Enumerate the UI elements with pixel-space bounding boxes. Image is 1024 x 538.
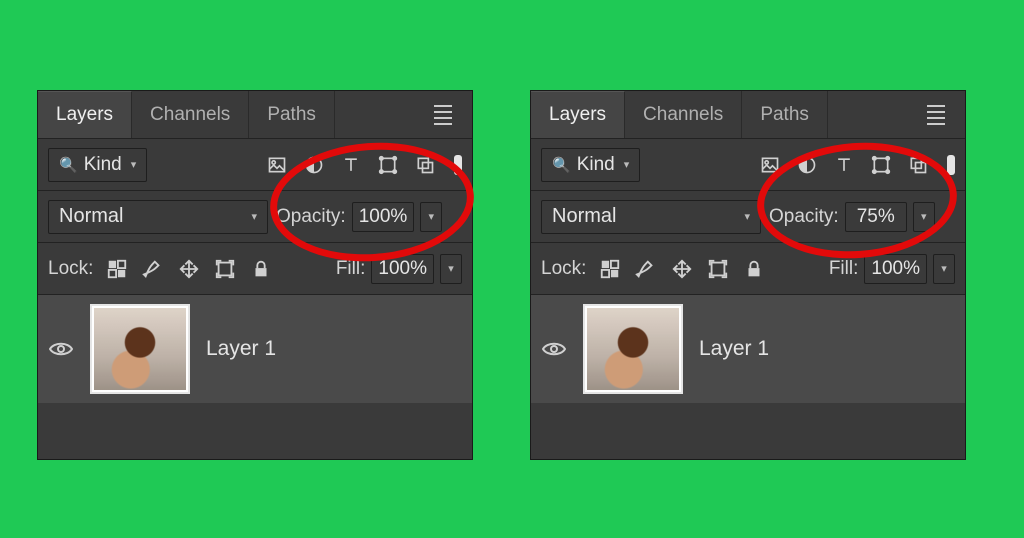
lock-transparency-icon[interactable] [598,257,622,281]
lock-paint-icon[interactable] [141,257,165,281]
thumbnail-image [587,308,679,390]
blend-mode-select[interactable]: Normal ▾ [541,200,761,234]
layers-list: Layer 1 [531,295,965,403]
filter-toggle[interactable] [947,155,955,175]
tab-paths[interactable]: Paths [249,91,335,138]
opacity-control: Opacity: 75% ▾ [769,202,935,232]
visibility-toggle-icon[interactable] [48,336,74,362]
filter-type-icon[interactable] [340,154,362,176]
filter-shape-icon[interactable] [870,154,892,176]
thumbnail-image [94,308,186,390]
layer-thumbnail[interactable] [583,304,683,394]
chevron-down-icon: ▾ [624,158,630,171]
fill-control: Fill: 100% ▾ [336,254,462,284]
tab-layers[interactable]: Layers [38,91,132,138]
fill-dropdown-icon[interactable]: ▾ [933,254,955,284]
fill-value[interactable]: 100% [864,254,927,284]
visibility-toggle-icon[interactable] [541,336,567,362]
opacity-value[interactable]: 75% [845,202,907,232]
blend-row: Normal ▾ Opacity: 100% ▾ [38,191,472,243]
layer-row[interactable]: Layer 1 [531,295,965,403]
opacity-dropdown-icon[interactable]: ▾ [420,202,442,232]
lock-all-icon[interactable] [249,257,273,281]
chevron-down-icon: ▾ [251,210,257,223]
layer-name[interactable]: Layer 1 [699,337,769,361]
lock-row: Lock: Fill: 100% ▾ [531,243,965,295]
filter-type-icons [266,154,436,176]
fill-label: Fill: [336,258,366,280]
tab-layers[interactable]: Layers [531,91,625,138]
tab-paths[interactable]: Paths [742,91,828,138]
blend-mode-label: Normal [552,205,616,228]
fill-value[interactable]: 100% [371,254,434,284]
opacity-label: Opacity: [769,206,839,228]
filter-shape-icon[interactable] [377,154,399,176]
filter-adjustment-icon[interactable] [796,154,818,176]
panel-tabs: Layers Channels Paths [531,91,965,139]
blend-mode-select[interactable]: Normal ▾ [48,200,268,234]
lock-icons [598,257,766,281]
opacity-control: Opacity: 100% ▾ [276,202,442,232]
lock-label: Lock: [541,258,586,280]
filter-smart-icon[interactable] [907,154,929,176]
lock-paint-icon[interactable] [634,257,658,281]
panel-tabs: Layers Channels Paths [38,91,472,139]
lock-icons [105,257,273,281]
blend-row: Normal ▾ Opacity: 75% ▾ [531,191,965,243]
tab-channels[interactable]: Channels [132,91,249,138]
panel-menu-icon[interactable] [923,101,949,129]
lock-artboard-icon[interactable] [706,257,730,281]
filter-adjustment-icon[interactable] [303,154,325,176]
filter-pixel-icon[interactable] [759,154,781,176]
layers-list: Layer 1 [38,295,472,403]
layer-thumbnail[interactable] [90,304,190,394]
filter-row: 🔍 Kind ▾ [531,139,965,191]
opacity-label: Opacity: [276,206,346,228]
filter-row: 🔍 Kind ▾ [38,139,472,191]
blend-mode-label: Normal [59,205,123,228]
tab-channels[interactable]: Channels [625,91,742,138]
lock-artboard-icon[interactable] [213,257,237,281]
lock-all-icon[interactable] [742,257,766,281]
fill-dropdown-icon[interactable]: ▾ [440,254,462,284]
filter-type-icon[interactable] [833,154,855,176]
filter-kind-label: Kind [84,154,122,176]
opacity-value[interactable]: 100% [352,202,415,232]
panel-menu-icon[interactable] [430,101,456,129]
opacity-dropdown-icon[interactable]: ▾ [913,202,935,232]
lock-position-icon[interactable] [670,257,694,281]
chevron-down-icon: ▾ [131,158,137,171]
filter-kind-label: Kind [577,154,615,176]
search-icon: 🔍 [552,156,571,174]
filter-toggle[interactable] [454,155,462,175]
layer-name[interactable]: Layer 1 [206,337,276,361]
lock-label: Lock: [48,258,93,280]
lock-row: Lock: Fill: 100% ▾ [38,243,472,295]
filter-type-icons [759,154,929,176]
lock-position-icon[interactable] [177,257,201,281]
fill-label: Fill: [829,258,859,280]
search-icon: 🔍 [59,156,78,174]
layers-panel: Layers Channels Paths 🔍 Kind ▾ [37,90,473,460]
filter-kind-select[interactable]: 🔍 Kind ▾ [48,148,147,182]
layer-row[interactable]: Layer 1 [38,295,472,403]
filter-kind-select[interactable]: 🔍 Kind ▾ [541,148,640,182]
filter-pixel-icon[interactable] [266,154,288,176]
fill-control: Fill: 100% ▾ [829,254,955,284]
lock-transparency-icon[interactable] [105,257,129,281]
chevron-down-icon: ▾ [744,210,750,223]
layers-panel: Layers Channels Paths 🔍 Kind ▾ [530,90,966,460]
filter-smart-icon[interactable] [414,154,436,176]
